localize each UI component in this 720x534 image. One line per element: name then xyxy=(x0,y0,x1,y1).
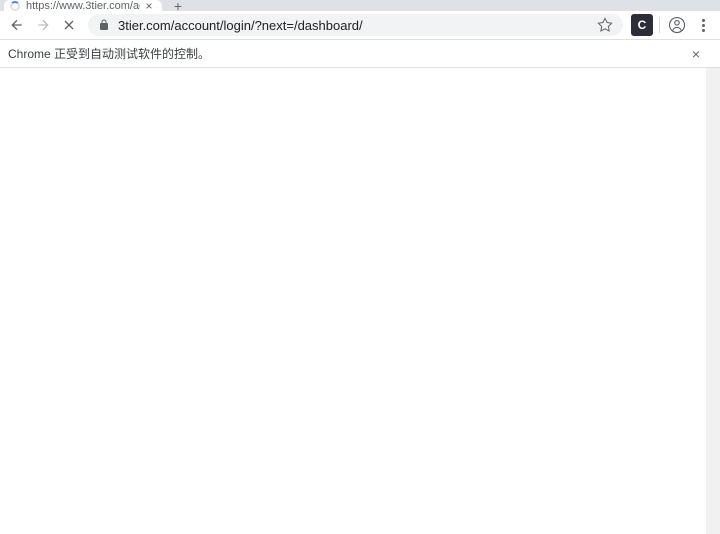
profile-button[interactable] xyxy=(666,14,688,36)
new-tab-button[interactable]: + xyxy=(166,0,190,11)
address-bar[interactable]: 3tier.com/account/login/?next=/dashboard… xyxy=(88,14,623,36)
forward-button[interactable] xyxy=(32,14,54,36)
automation-infobar: Chrome 正受到自动测试软件的控制。 × xyxy=(0,40,720,68)
toolbar-separator xyxy=(659,17,660,33)
infobar-message: Chrome 正受到自动测试软件的控制。 xyxy=(8,45,210,62)
scrollbar-track xyxy=(707,68,719,534)
arrow-right-icon xyxy=(35,17,51,33)
menu-dot-icon xyxy=(702,19,705,22)
browser-toolbar: 3tier.com/account/login/?next=/dashboard… xyxy=(0,11,720,40)
lock-icon xyxy=(98,19,110,31)
loading-spinner-icon xyxy=(10,1,20,11)
extension-icon[interactable]: C xyxy=(631,14,653,36)
infobar-close-button[interactable]: × xyxy=(688,46,704,62)
menu-button[interactable] xyxy=(692,14,714,36)
browser-tab[interactable]: https://www.3tier.com/accou × xyxy=(4,0,162,11)
tab-strip: https://www.3tier.com/accou × + xyxy=(0,0,720,11)
stop-button[interactable] xyxy=(58,14,80,36)
menu-dot-icon xyxy=(702,29,705,32)
close-tab-button[interactable]: × xyxy=(144,1,154,11)
tab-title: https://www.3tier.com/accou xyxy=(26,0,140,11)
menu-dot-icon xyxy=(702,24,705,27)
close-icon xyxy=(61,17,77,33)
bookmark-star-icon[interactable] xyxy=(597,17,613,33)
url-text: 3tier.com/account/login/?next=/dashboard… xyxy=(118,18,363,33)
page-content xyxy=(0,68,720,534)
person-icon xyxy=(668,16,686,34)
vertical-scrollbar[interactable] xyxy=(706,68,720,534)
back-button[interactable] xyxy=(6,14,28,36)
arrow-left-icon xyxy=(9,17,25,33)
